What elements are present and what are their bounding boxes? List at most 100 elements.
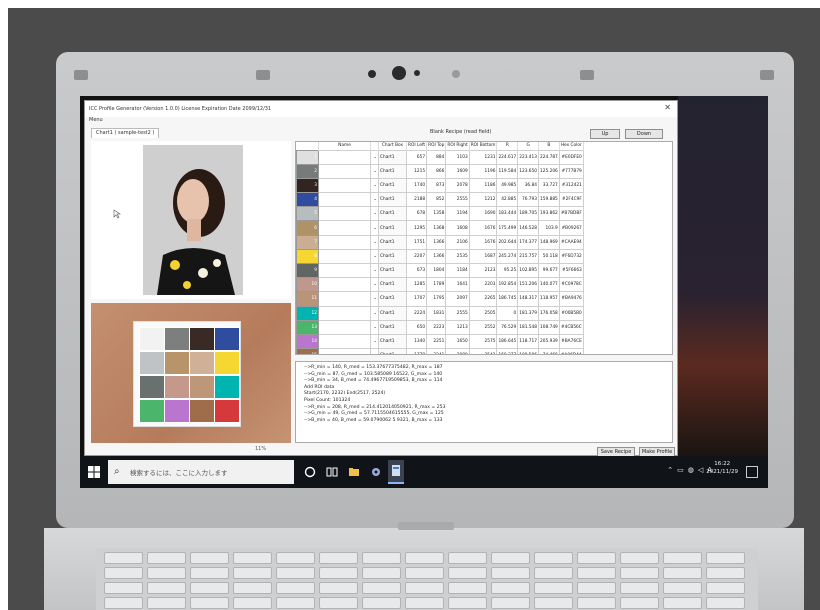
cell-hex[interactable]: #2F4C9F <box>558 192 584 208</box>
cell-r[interactable]: 175.499 <box>496 220 519 236</box>
chevron-down-icon[interactable]: ⌄ <box>370 206 379 222</box>
color-patch[interactable] <box>214 327 240 351</box>
up-button[interactable]: Up <box>590 129 620 139</box>
cell-bottom[interactable]: 1231 <box>468 149 498 165</box>
color-patch[interactable] <box>189 375 215 399</box>
network-icon[interactable]: ◍ <box>688 466 694 474</box>
table-row[interactable]: 2 ⌄ Chart1 1215 866 1609 1196 119.584 123.650 125… <box>296 163 584 179</box>
cell-r[interactable]: 76.529 <box>496 319 519 335</box>
cell-top[interactable]: 2251 <box>426 333 447 350</box>
cell-bottom[interactable]: 1196 <box>468 163 498 179</box>
color-patch[interactable] <box>164 375 190 399</box>
table-row[interactable]: 14 ⌄ Chart1 1340 2251 1650 2575 186.645 118.717 2… <box>296 333 584 350</box>
cell-bottom[interactable]: 1186 <box>468 177 498 194</box>
cell-top[interactable]: 1795 <box>426 291 447 307</box>
table-row[interactable]: 8 ⌄ Chart1 2207 1366 2535 1687 245.274 215.757 50… <box>296 248 584 265</box>
cell-left[interactable]: 1740 <box>405 177 428 194</box>
color-patch[interactable] <box>164 399 190 423</box>
cell-left[interactable]: 2224 <box>405 305 428 321</box>
name-cell[interactable] <box>318 234 371 250</box>
cell-right[interactable]: 1184 <box>445 262 470 279</box>
cell-chart[interactable]: Chart1 <box>378 305 407 321</box>
chevron-down-icon[interactable]: ⌄ <box>370 348 379 354</box>
cell-hex[interactable]: #00B5B0 <box>558 305 584 321</box>
table-row[interactable]: 5 ⌄ Chart1 678 1358 1194 1690 183.444 189.705 193… <box>296 206 584 222</box>
cell-top[interactable]: 1789 <box>426 277 447 293</box>
cell-r[interactable]: 119.584 <box>496 163 519 179</box>
down-button[interactable]: Down <box>625 129 663 139</box>
table-row[interactable]: 6 ⌄ Chart1 1295 1368 1608 1676 175.499 146.528 10… <box>296 220 584 236</box>
name-cell[interactable] <box>318 291 371 307</box>
settings-icon[interactable] <box>370 466 382 478</box>
cell-hex[interactable]: #BA76CE <box>558 333 584 350</box>
cell-chart[interactable]: Chart1 <box>378 192 407 208</box>
cell-bottom[interactable]: 1676 <box>468 220 498 236</box>
cell-b[interactable]: 50.118 <box>538 248 560 265</box>
cell-b[interactable]: 108.749 <box>538 319 560 335</box>
cell-r[interactable]: 0 <box>496 305 519 321</box>
grid-header-cell[interactable]: ROI Bottom <box>469 142 498 150</box>
chevron-down-icon[interactable]: ⌄ <box>370 305 379 321</box>
cell-b[interactable]: 159.885 <box>538 192 560 208</box>
cell-r[interactable]: 186.745 <box>496 291 519 307</box>
cell-left[interactable]: 1751 <box>405 234 428 250</box>
cell-b[interactable]: 125.206 <box>538 163 560 179</box>
cell-top[interactable]: 1366 <box>426 248 447 265</box>
cell-b[interactable]: 74.466 <box>538 348 560 354</box>
grid-header-cell[interactable]: ROI Left <box>406 142 428 150</box>
grid-header-cell[interactable]: Chart Box <box>378 142 407 150</box>
cell-chart[interactable]: Chart1 <box>378 163 407 179</box>
cell-b[interactable]: 33.727 <box>538 177 560 194</box>
cell-right[interactable]: 2097 <box>445 291 470 307</box>
cell-chart[interactable]: Chart1 <box>378 319 407 335</box>
name-cell[interactable] <box>318 206 371 222</box>
cell-b[interactable]: 148.969 <box>538 234 560 250</box>
color-patch[interactable] <box>214 351 240 375</box>
task-view-icon[interactable] <box>326 466 338 478</box>
cell-hex[interactable]: #E0DFE0 <box>558 149 584 165</box>
cell-r[interactable]: 202.644 <box>496 234 519 250</box>
cell-r[interactable]: 186.645 <box>496 333 519 350</box>
cell-chart[interactable]: Chart1 <box>378 149 407 165</box>
cell-hex[interactable]: #B7BDBF <box>558 206 584 222</box>
cell-bottom[interactable]: 2123 <box>468 262 498 279</box>
cell-top[interactable]: 2241 <box>426 348 447 354</box>
cell-hex[interactable]: #A06D4A <box>558 348 584 354</box>
cell-bottom[interactable]: 2552 <box>468 319 498 335</box>
cell-g[interactable]: 109.586 <box>517 348 540 354</box>
cell-hex[interactable]: #B09267 <box>558 220 584 236</box>
cell-g[interactable]: 181.548 <box>517 319 540 335</box>
color-patch[interactable] <box>139 375 165 399</box>
cell-left[interactable]: 657 <box>405 149 428 165</box>
color-patch[interactable] <box>164 351 190 375</box>
color-patch[interactable] <box>139 327 165 351</box>
cell-right[interactable]: 1609 <box>445 163 470 179</box>
notification-icon[interactable] <box>746 466 758 478</box>
color-patch[interactable] <box>189 351 215 375</box>
chevron-down-icon[interactable]: ⌄ <box>370 163 379 179</box>
cell-g[interactable]: 181.379 <box>517 305 540 321</box>
table-row[interactable]: 7 ⌄ Chart1 1751 1366 2106 1676 202.644 174.377 14… <box>296 234 584 250</box>
name-cell[interactable] <box>318 319 371 335</box>
cell-left[interactable]: 1340 <box>405 333 428 350</box>
color-patch[interactable] <box>189 327 215 351</box>
grid-header-cell[interactable]: G <box>517 142 540 150</box>
cell-bottom[interactable]: 2505 <box>468 305 498 321</box>
cell-top[interactable]: 873 <box>426 177 447 194</box>
cell-left[interactable]: 1295 <box>405 220 428 236</box>
cell-g[interactable]: 189.705 <box>517 206 540 222</box>
cell-chart[interactable]: Chart1 <box>378 291 407 307</box>
cell-right[interactable]: 1103 <box>445 149 470 165</box>
cell-r[interactable]: 192.854 <box>496 277 519 293</box>
cell-hex[interactable]: #C0978C <box>558 277 584 293</box>
cell-chart[interactable]: Chart1 <box>378 277 407 293</box>
cell-r[interactable]: 245.274 <box>496 248 519 265</box>
cell-b[interactable]: 205.939 <box>538 333 560 350</box>
cell-chart[interactable]: Chart1 <box>378 248 407 265</box>
cell-right[interactable]: 2089 <box>445 348 470 354</box>
cell-left[interactable]: 1707 <box>405 291 428 307</box>
cell-g[interactable]: 215.757 <box>517 248 540 265</box>
cell-right[interactable]: 2555 <box>445 305 470 321</box>
chevron-up-icon[interactable]: ⌃ <box>667 466 673 474</box>
table-row[interactable]: 3 ⌄ Chart1 1740 873 2078 1186 49.985 36.84 33.727… <box>296 177 584 194</box>
